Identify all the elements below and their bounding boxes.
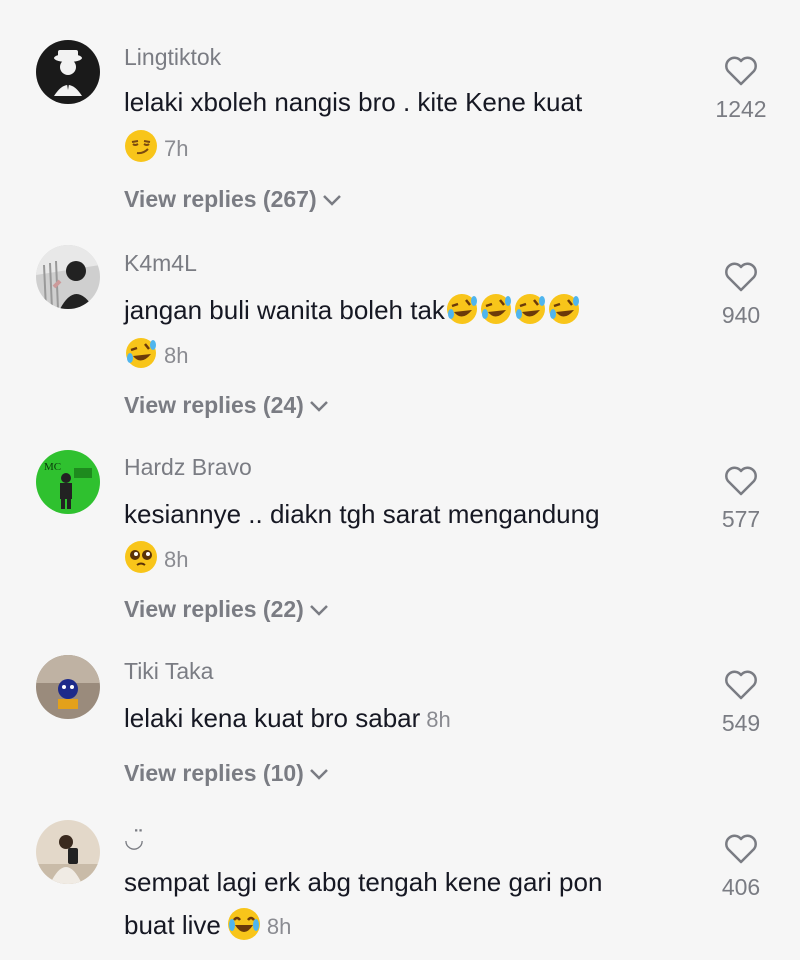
avatar[interactable] [36, 245, 100, 309]
comment-body: lelaki kena kuat bro sabar [124, 703, 421, 733]
comment-body: lelaki xboleh nangis bro . kite Kene kua… [124, 87, 583, 117]
chevron-down-icon [309, 768, 328, 780]
comment-body-line2: buat live [124, 910, 221, 940]
comment-text-line2: 7h [124, 125, 684, 171]
joy-emoji-icon [227, 907, 261, 941]
rofl-emoji-icon [513, 292, 547, 326]
view-replies-button[interactable]: View replies (267) [124, 186, 343, 213]
username[interactable]: Hardz Bravo [124, 454, 252, 481]
like-button[interactable]: 549 [706, 670, 776, 737]
avatar[interactable] [36, 820, 100, 884]
view-replies-button[interactable]: View replies (22) [124, 596, 330, 623]
pleading-emoji-icon [124, 540, 158, 574]
comment-text-line2: buat live 8h [124, 903, 684, 949]
heart-outline-icon [725, 670, 757, 700]
comment-item: Lingtiktok lelaki xboleh nangis bro . ki… [0, 0, 800, 230]
heart-outline-icon [725, 834, 757, 864]
comment-text: sempat lagi erk abg tengah kene gari pon [124, 860, 684, 904]
view-replies-label: View replies (24) [124, 392, 304, 418]
avatar[interactable] [36, 40, 100, 104]
smirk-emoji-icon [124, 129, 158, 163]
username[interactable]: Lingtiktok [124, 44, 221, 71]
view-replies-label: View replies (267) [124, 186, 317, 212]
like-count: 940 [721, 302, 761, 328]
comment-text: lelaki kena kuat bro sabar 8h [124, 696, 684, 742]
comment-text-line2: 8h [124, 536, 684, 582]
comment-time: 8h [426, 707, 451, 732]
svg-text:MC: MC [44, 461, 61, 473]
heart-outline-icon [725, 56, 757, 86]
like-button[interactable]: 406 [706, 834, 776, 901]
comment-text: jangan buli wanita boleh tak [124, 288, 684, 332]
comment-body: jangan buli wanita boleh tak [124, 295, 445, 325]
view-replies-button[interactable]: View replies (24) [124, 392, 330, 419]
chevron-down-icon [322, 194, 341, 206]
view-replies-label: View replies (10) [124, 760, 304, 786]
like-button[interactable]: 1242 [706, 56, 776, 123]
rofl-emoji-icon [547, 292, 581, 326]
comment-text-line2: 8h [124, 332, 684, 378]
rofl-emoji-icon [479, 292, 513, 326]
chevron-down-icon [309, 400, 328, 412]
comment-text: lelaki xboleh nangis bro . kite Kene kua… [124, 80, 684, 124]
rofl-emoji-icon [124, 336, 158, 370]
comment-body: sempat lagi erk abg tengah kene gari pon [124, 867, 603, 897]
rofl-emoji-icon [445, 292, 479, 326]
comment-time: 8h [164, 343, 189, 368]
view-replies-button[interactable]: View replies (10) [124, 760, 330, 787]
username[interactable]: Tiki Taka [124, 658, 213, 685]
like-count: 406 [721, 874, 761, 900]
like-button[interactable]: 940 [706, 262, 776, 329]
like-count: 577 [721, 506, 761, 532]
like-count: 1242 [715, 96, 767, 122]
comment-text: kesiannye .. diakn tgh sarat mengandung [124, 492, 684, 536]
username[interactable]: ◡̈ [124, 826, 144, 853]
chevron-down-icon [309, 604, 328, 616]
comment-time: 8h [164, 547, 189, 572]
avatar[interactable]: MC [36, 450, 100, 514]
heart-outline-icon [725, 466, 757, 496]
comment-time: 8h [266, 914, 292, 939]
view-replies-label: View replies (22) [124, 596, 304, 622]
heart-outline-icon [725, 262, 757, 292]
comment-time: 7h [164, 136, 189, 161]
comment-body: kesiannye .. diakn tgh sarat mengandung [124, 499, 600, 529]
like-count: 549 [721, 710, 761, 736]
like-button[interactable]: 577 [706, 466, 776, 533]
username[interactable]: K4m4L [124, 250, 197, 277]
avatar[interactable] [36, 655, 100, 719]
